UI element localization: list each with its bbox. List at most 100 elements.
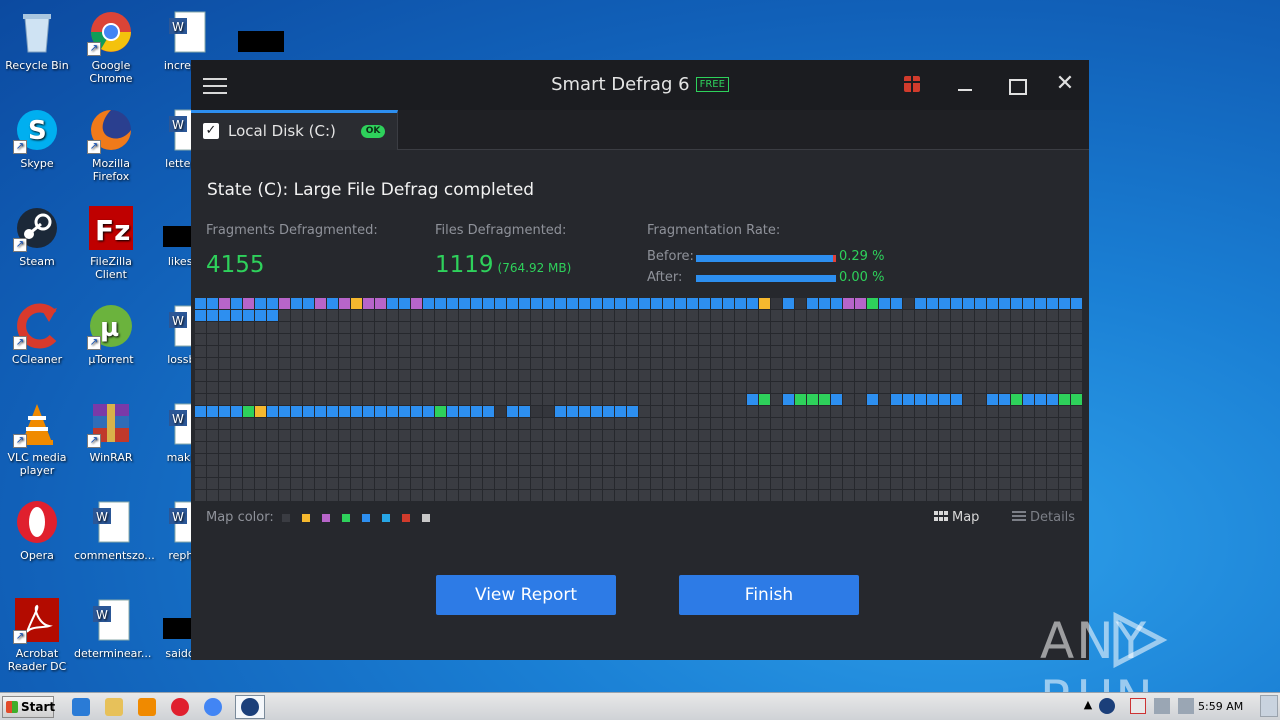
- details-view-toggle[interactable]: Details: [1012, 510, 1075, 525]
- cluster-block: [279, 298, 290, 309]
- desktop-icon-utorrent[interactable]: µ ↗ µTorrent: [74, 302, 148, 366]
- cluster-block: [891, 358, 902, 369]
- shortcut-arrow-icon: ↗: [13, 630, 27, 644]
- cluster-block: [363, 358, 374, 369]
- cluster-block: [1023, 382, 1034, 393]
- cluster-block: [663, 322, 674, 333]
- cluster-block: [723, 310, 734, 321]
- cluster-block: [579, 310, 590, 321]
- cluster-block: [327, 478, 338, 489]
- show-hidden-icons-icon[interactable]: ▲: [1080, 698, 1096, 714]
- cluster-block: [1023, 454, 1034, 465]
- cluster-block: [831, 334, 842, 345]
- cluster-block: [903, 430, 914, 441]
- show-desktop-button[interactable]: [1260, 695, 1278, 717]
- desktop-icon-ccleaner[interactable]: ↗ CCleaner: [0, 302, 74, 366]
- close-icon[interactable]: ✕: [1053, 73, 1077, 97]
- desktop-icon-steam[interactable]: ↗ Steam: [0, 204, 74, 268]
- desktop-icon-firefox[interactable]: ↗ Mozilla Firefox: [74, 106, 148, 183]
- cluster-block: [435, 406, 446, 417]
- desktop-icon-recycle-bin[interactable]: Recycle Bin: [0, 8, 74, 72]
- disk-checkbox[interactable]: ✓: [203, 123, 219, 139]
- before-rate-bar: [696, 255, 836, 262]
- cluster-block: [975, 310, 986, 321]
- cluster-block: [1011, 322, 1022, 333]
- cluster-block: [951, 298, 962, 309]
- cluster-block: [831, 310, 842, 321]
- desktop-icon-opera[interactable]: Opera: [0, 498, 74, 562]
- cluster-block: [939, 334, 950, 345]
- cluster-block: [579, 334, 590, 345]
- desktop-icon-acrobat[interactable]: ↗ Acrobat Reader DC: [0, 596, 74, 673]
- cluster-block: [603, 406, 614, 417]
- cluster-block: [867, 442, 878, 453]
- cluster-block: [531, 418, 542, 429]
- desktop-icon-winrar[interactable]: ↗ WinRAR: [74, 400, 148, 464]
- cluster-block: [783, 394, 794, 405]
- cluster-block: [999, 406, 1010, 417]
- cluster-block: [327, 310, 338, 321]
- start-button[interactable]: Start: [2, 696, 55, 718]
- cluster-block: [411, 406, 422, 417]
- gift-icon[interactable]: [904, 76, 920, 92]
- desktop-icon-skype[interactable]: S ↗ Skype: [0, 106, 74, 170]
- cluster-block: [447, 334, 458, 345]
- ie-icon[interactable]: [72, 698, 90, 716]
- cluster-block: [507, 478, 518, 489]
- cluster-block: [819, 406, 830, 417]
- cluster-block: [447, 466, 458, 477]
- desktop-icon-doc-determinear[interactable]: W determinear...: [74, 596, 151, 660]
- cluster-block: [699, 430, 710, 441]
- cluster-block: [351, 310, 362, 321]
- desktop-icon-doc-commentszo[interactable]: W commentszo...: [74, 498, 155, 562]
- cluster-block: [711, 418, 722, 429]
- cluster-block: [807, 382, 818, 393]
- cluster-block: [963, 454, 974, 465]
- cluster-block: [627, 478, 638, 489]
- cluster-block: [807, 370, 818, 381]
- smart-defrag-taskbar-button[interactable]: [235, 695, 265, 719]
- cluster-block: [291, 334, 302, 345]
- map-view-toggle[interactable]: Map: [934, 510, 979, 525]
- action-center-flag-icon[interactable]: [1130, 698, 1146, 714]
- maximize-icon[interactable]: [1003, 73, 1027, 97]
- cluster-block: [1011, 382, 1022, 393]
- view-report-button[interactable]: View Report: [436, 575, 616, 615]
- cluster-block: [855, 382, 866, 393]
- desktop-icon-google-chrome[interactable]: ↗ Google Chrome: [74, 8, 148, 85]
- cluster-block: [399, 322, 410, 333]
- legend-swatch: [382, 514, 390, 522]
- cluster-block: [591, 442, 602, 453]
- cluster-block: [387, 466, 398, 477]
- opera-taskbar-icon[interactable]: [171, 698, 189, 716]
- minimize-icon[interactable]: [953, 73, 977, 97]
- network-icon[interactable]: [1154, 698, 1170, 714]
- cluster-block: [771, 370, 782, 381]
- cluster-block: [999, 382, 1010, 393]
- finish-button[interactable]: Finish: [679, 575, 859, 615]
- cluster-block: [855, 442, 866, 453]
- cluster-block: [843, 442, 854, 453]
- cluster-block: [531, 490, 542, 501]
- cluster-block: [627, 334, 638, 345]
- tab-local-disk-c[interactable]: ✓ Local Disk (C:) OK: [191, 110, 398, 150]
- files-size: (764.92 MB): [497, 261, 572, 275]
- desktop-icon-vlc[interactable]: ↗ VLC media player: [0, 400, 74, 477]
- explorer-folder-icon[interactable]: [105, 698, 123, 716]
- chrome-taskbar-icon[interactable]: [204, 698, 222, 716]
- cluster-block: [663, 430, 674, 441]
- cluster-block: [999, 478, 1010, 489]
- volume-icon[interactable]: [1178, 698, 1194, 714]
- tab-label: Local Disk (C:): [228, 122, 336, 140]
- cluster-block: [411, 334, 422, 345]
- before-rate-fill: [833, 255, 836, 262]
- cluster-block: [807, 430, 818, 441]
- cluster-block: [819, 454, 830, 465]
- cluster-block: [615, 442, 626, 453]
- cluster-block: [915, 322, 926, 333]
- media-player-icon[interactable]: [138, 698, 156, 716]
- tray-app-icon[interactable]: [1099, 698, 1115, 714]
- desktop-icon-filezilla[interactable]: Fz FileZilla Client: [74, 204, 148, 281]
- cluster-block: [1071, 466, 1082, 477]
- cluster-block: [411, 370, 422, 381]
